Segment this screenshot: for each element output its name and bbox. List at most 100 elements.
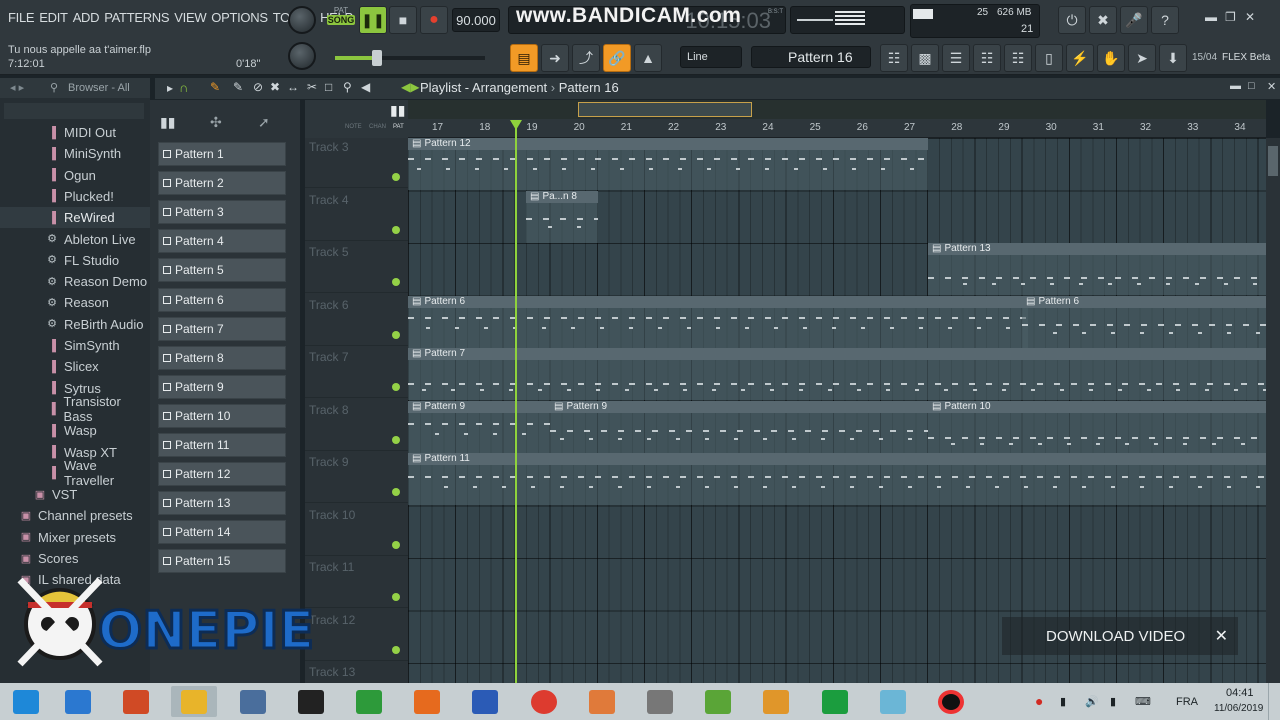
pattern-item[interactable]: Pattern 10 [158,403,286,428]
metronome-button[interactable]: ▲ [634,44,662,72]
track-header[interactable]: Track 4 [305,189,408,241]
plugin-database-button[interactable]: ⚡ [1066,44,1094,72]
close-icon[interactable]: ✕ [1245,10,1255,24]
network-taskbar-button[interactable] [230,686,276,717]
start-taskbar-button[interactable] [3,686,49,717]
automation-clip-icon[interactable]: ➚ [258,114,270,131]
channel-rack-button[interactable]: ☰ [942,44,970,72]
browser-item[interactable]: ▐ Transistor Bass [0,394,150,424]
select-icon[interactable]: □ [325,80,332,94]
master-slider-handle[interactable] [372,50,382,66]
pattern-item[interactable]: Pattern 15 [158,549,286,574]
battery-tray-icon[interactable]: ▮ [1110,695,1116,708]
pattern-item[interactable]: Pattern 1 [158,142,286,166]
track-mute-led[interactable] [392,173,400,181]
pattern-item[interactable]: Pattern 11 [158,433,286,457]
fl-studio-taskbar-button[interactable] [753,686,799,717]
pattern-item[interactable]: Pattern 4 [158,229,286,254]
browser-item[interactable]: ▐ Plucked! [0,186,150,207]
step-edit-button[interactable]: ➜ [541,44,569,72]
network-tray-icon[interactable]: ▮ [1060,695,1066,708]
pencil-icon[interactable]: ✎ [210,80,220,94]
file-explorer-taskbar-button[interactable] [171,686,218,717]
pattern-item[interactable]: Pattern 2 [158,171,286,196]
menu-item-patterns[interactable]: PATTERNS [104,10,169,28]
pat-song-toggle[interactable]: PAT SONG [327,6,355,34]
track-mute-led[interactable] [392,383,400,391]
piano-roll-button[interactable]: ▩ [911,44,939,72]
word-taskbar-button[interactable] [462,686,508,717]
track-header[interactable]: Track 7 [305,346,408,398]
stop-button[interactable]: ■ [389,6,417,34]
mixer-button[interactable]: ☷ [880,44,908,72]
menu-item-file[interactable]: FILE [8,10,35,28]
menu-item-edit[interactable]: EDIT [39,10,68,28]
upwork-taskbar-button[interactable] [812,686,858,717]
playback-icon[interactable]: ◀ [361,80,370,94]
browser-item[interactable]: ▣ Channel presets [0,505,150,526]
pattern-item[interactable]: Pattern 9 [158,374,286,399]
track-mute-led[interactable] [392,540,400,549]
snap-mode-select[interactable]: Line [680,46,742,68]
master-volume-knob[interactable] [288,6,316,34]
brush-icon[interactable]: ✎ [233,80,243,94]
browser-item[interactable]: ▐ Wave Traveller [0,458,150,488]
playlist-clip[interactable] [408,348,1266,400]
pattern-mode-icon[interactable]: ▮▮ [160,114,175,131]
track-header[interactable]: Track 6 [305,294,408,346]
browser-nav-icon[interactable]: ◂ ▸ [10,81,24,94]
slip-icon[interactable]: ↔ [287,80,299,94]
record-taskbar-button[interactable] [928,686,974,717]
pattern-item[interactable]: Pattern 12 [158,462,286,487]
mute-icon[interactable]: ✖ [270,80,280,94]
pattern-item[interactable]: Pattern 3 [158,200,286,225]
playlist-button[interactable]: ▤ [510,44,538,72]
minimize-icon[interactable]: ▬ [1205,10,1217,24]
timeline-ruler[interactable]: 17 18 19 20 21 22 23 24 25 26 27 28 29 30 31 32 33 34 [408,119,1266,138]
playlist-scrollbar[interactable] [408,100,1266,119]
playlist-clip[interactable] [408,138,928,190]
show-desktop-button[interactable] [1268,683,1280,720]
track-mute-led[interactable] [392,225,400,234]
close-icon[interactable]: ✕ [1215,626,1228,646]
slide-button[interactable]: ⤴ [572,44,600,72]
mixer-view-button[interactable]: ☷ [973,44,1001,72]
piano-taskbar-button[interactable] [288,686,334,717]
browser-item[interactable]: ▣ Mixer presets [0,527,150,548]
volume-tray-icon[interactable]: 🔊 [1085,695,1099,708]
master-pitch-knob[interactable] [288,42,316,70]
powerpoint-taskbar-button[interactable] [113,686,159,717]
track-header[interactable]: Track 10 [305,504,408,556]
pattern-item[interactable]: Pattern 13 [158,491,286,516]
help-button[interactable]: ? [1151,6,1179,34]
zoom-icon[interactable]: ⚲ [343,80,352,94]
track-header[interactable]: Track 9 [305,451,408,503]
track-mute-led[interactable] [392,488,400,496]
delete-icon[interactable]: ⊘ [253,80,263,94]
language-indicator[interactable]: FRA [1176,696,1198,708]
track-mute-led[interactable] [392,593,400,601]
tempo-tap-button[interactable]: ➤ [1128,44,1156,72]
slice-icon[interactable]: ✂ [307,80,317,94]
browser-item[interactable]: ⚙ Reason Demo [0,271,150,292]
playlist-maximize-icon[interactable]: □ [1248,80,1255,92]
clock-time[interactable]: 04:41 [1226,687,1254,699]
news-text[interactable]: FLEX Beta [1222,52,1270,63]
browser-item[interactable]: ▐ MIDI Out [0,122,150,143]
track-header[interactable]: Track 12 [305,609,408,661]
record-tray-icon[interactable]: ● [1035,693,1043,709]
pattern-item[interactable]: Pattern 8 [158,345,286,370]
pattern-item[interactable]: Pattern 7 [158,316,286,341]
tempo-display[interactable]: 90.000 [452,8,500,32]
plugin-picker-button[interactable]: ▯ [1035,44,1063,72]
browser-item[interactable]: ▐ Wasp [0,420,150,441]
download-video-banner[interactable]: DOWNLOAD VIDEO ✕ [1002,617,1238,655]
search-icon[interactable]: ⚲ [50,81,58,94]
browser-item[interactable]: ▐ ReWired [0,207,150,229]
browser-item[interactable]: ⚙ Ableton Live [0,229,150,250]
vertical-scrollbar[interactable] [1266,138,1280,683]
pattern-item[interactable]: Pattern 5 [158,258,286,283]
playlist-clip[interactable] [408,453,1266,505]
play-arrow-icon[interactable]: ▸ [167,81,173,95]
playlist-grid[interactable]: ▤ Pattern 12 ▤ Pa...n 8 ▤ Pattern 13 ▤ Pattern … [408,138,1266,683]
